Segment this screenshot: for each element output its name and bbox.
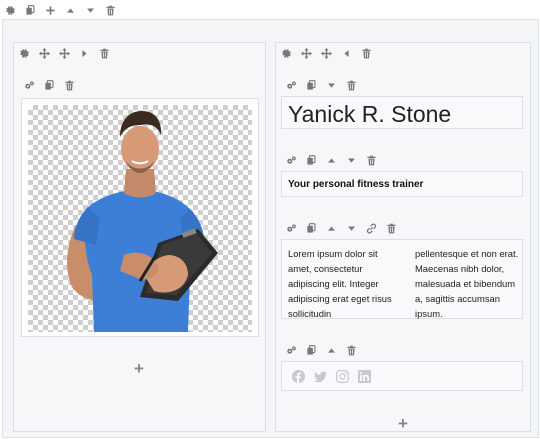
settings-icon[interactable]	[24, 79, 35, 91]
text-module-toolbar	[286, 221, 397, 235]
trash-icon[interactable]	[105, 4, 116, 16]
subheading-module[interactable]: Your personal fitness trainer	[281, 171, 523, 197]
social-icons	[292, 370, 371, 383]
editor-canvas: + Yanick R. Stone Your personal fitness …	[2, 19, 539, 438]
trash-icon[interactable]	[346, 79, 357, 91]
caret-up-icon[interactable]	[326, 344, 337, 356]
gear-icon[interactable]	[5, 4, 16, 16]
copy-icon[interactable]	[306, 79, 317, 91]
settings-icon[interactable]	[286, 344, 297, 356]
heading-module-toolbar	[286, 78, 357, 92]
twitter-icon[interactable]	[314, 370, 327, 383]
social-module[interactable]	[281, 361, 523, 391]
heading-module[interactable]: Yanick R. Stone	[281, 96, 523, 129]
copy-icon[interactable]	[306, 222, 317, 234]
right-column: Yanick R. Stone Your personal fitness tr…	[275, 42, 531, 432]
text-column-1[interactable]: Lorem ipsum dolor sit amet, consectetur …	[288, 246, 396, 321]
instagram-icon[interactable]	[336, 370, 349, 383]
trash-icon[interactable]	[361, 47, 372, 59]
right-column-toolbar	[281, 46, 372, 60]
copy-icon[interactable]	[306, 344, 317, 356]
move-icon[interactable]	[301, 47, 312, 59]
trainer-name[interactable]: Yanick R. Stone	[288, 101, 451, 128]
plus-icon[interactable]	[45, 4, 56, 16]
trash-icon[interactable]	[99, 47, 110, 59]
copy-icon[interactable]	[44, 79, 55, 91]
trash-icon[interactable]	[366, 154, 377, 166]
transparency-background	[28, 105, 252, 332]
copy-icon[interactable]	[25, 4, 36, 16]
settings-icon[interactable]	[286, 79, 297, 91]
caret-up-icon[interactable]	[326, 154, 337, 166]
trash-icon[interactable]	[64, 79, 75, 91]
caret-down-icon[interactable]	[346, 222, 357, 234]
caret-down-icon[interactable]	[85, 4, 96, 16]
settings-icon[interactable]	[286, 154, 297, 166]
gear-icon[interactable]	[281, 47, 292, 59]
text-module[interactable]: Lorem ipsum dolor sit amet, consectetur …	[281, 239, 523, 319]
page-toolbar	[5, 3, 116, 17]
left-column: +	[13, 42, 266, 432]
text-column-2[interactable]: pellentesque et non erat. Maecenas nibh …	[415, 246, 523, 321]
caret-left-icon[interactable]	[341, 47, 352, 59]
gear-icon[interactable]	[19, 47, 30, 59]
left-column-toolbar	[19, 46, 110, 60]
facebook-icon[interactable]	[292, 370, 305, 383]
trash-icon[interactable]	[346, 344, 357, 356]
add-module-button[interactable]: +	[134, 360, 144, 377]
social-module-toolbar	[286, 343, 357, 357]
caret-up-icon[interactable]	[65, 4, 76, 16]
move-icon[interactable]	[59, 47, 70, 59]
linkedin-icon[interactable]	[358, 370, 371, 383]
move-icon[interactable]	[39, 47, 50, 59]
add-module-button[interactable]: +	[398, 415, 408, 432]
trainer-photo	[67, 111, 218, 332]
copy-icon[interactable]	[306, 154, 317, 166]
image-module[interactable]	[21, 98, 259, 337]
settings-icon[interactable]	[286, 222, 297, 234]
caret-up-icon[interactable]	[326, 222, 337, 234]
trainer-tagline[interactable]: Your personal fitness trainer	[288, 179, 423, 190]
trash-icon[interactable]	[386, 222, 397, 234]
move-icon[interactable]	[321, 47, 332, 59]
image-module-toolbar	[24, 78, 75, 92]
link-icon[interactable]	[366, 222, 377, 234]
caret-right-icon[interactable]	[79, 47, 90, 59]
caret-down-icon[interactable]	[346, 154, 357, 166]
caret-down-icon[interactable]	[326, 79, 337, 91]
subheading-module-toolbar	[286, 153, 377, 167]
